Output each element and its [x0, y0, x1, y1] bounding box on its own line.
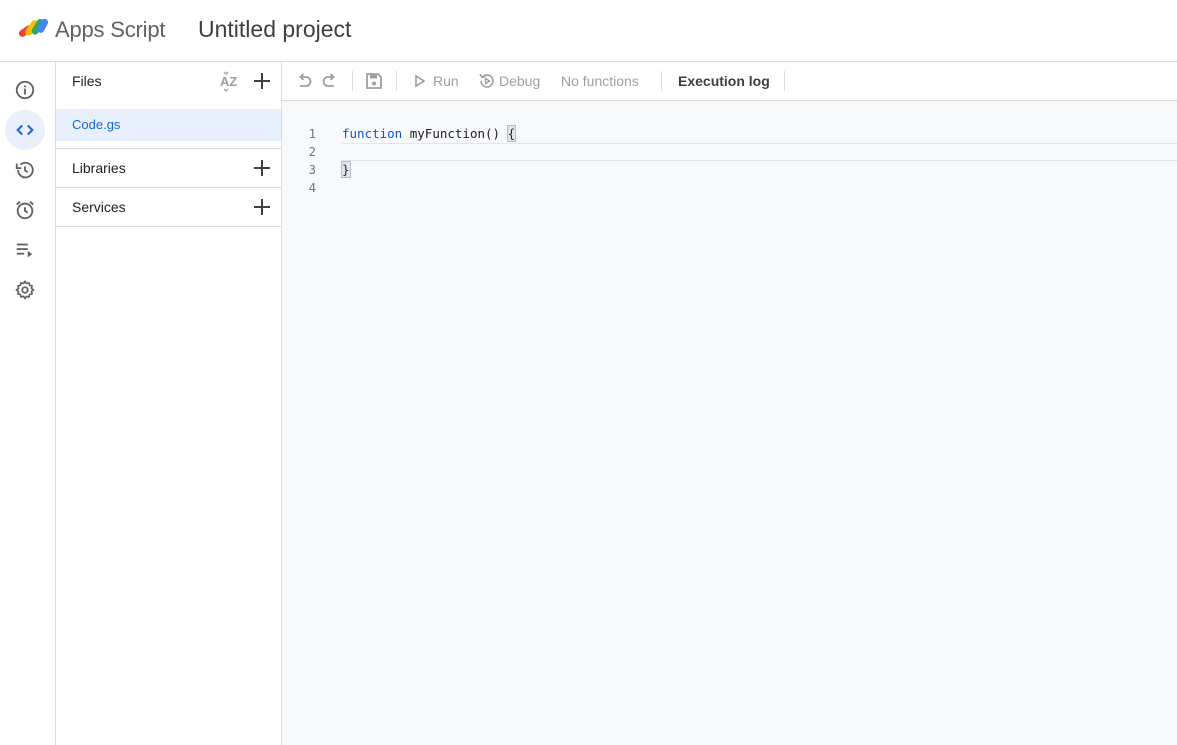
run-button[interactable]: Run [433, 73, 459, 90]
code-icon [16, 124, 34, 136]
rail-editor-button[interactable] [5, 110, 45, 150]
execution-log-button[interactable]: Execution log [678, 73, 770, 90]
line-number: 3 [308, 163, 316, 177]
plus-icon [254, 199, 270, 215]
file-name: Code.gs [72, 117, 121, 132]
services-heading: Services [72, 199, 126, 215]
code-text: function myFunction() { [342, 125, 517, 143]
redo-icon[interactable] [320, 71, 340, 91]
editor-toolbar: Run Debug No functions Execution log [282, 62, 1177, 101]
code-text: } [341, 161, 351, 179]
add-file-button[interactable] [250, 69, 274, 93]
debug-button[interactable]: Debug [499, 73, 540, 90]
plus-icon [254, 160, 270, 176]
rail-overview-button[interactable] [5, 70, 45, 110]
history-icon [15, 161, 34, 179]
file-item-code-gs[interactable]: Code.gs [56, 109, 281, 141]
open-brace-token: { [506, 125, 517, 142]
divider [56, 148, 281, 149]
project-title[interactable]: Untitled project [198, 15, 351, 43]
rail-executions-button[interactable] [5, 230, 45, 270]
code-line: 3 } [282, 161, 1177, 179]
files-panel: Files AZ Code.gs Libraries Services [56, 62, 282, 745]
toolbar-divider [661, 71, 662, 91]
add-library-button[interactable] [250, 156, 274, 180]
debug-icon [479, 73, 494, 88]
close-brace-token: } [341, 161, 351, 178]
apps-script-logo[interactable] [16, 14, 50, 42]
divider [56, 187, 281, 188]
app-header: Apps Script Untitled project [0, 0, 1177, 62]
undo-icon[interactable] [294, 71, 314, 91]
divider [56, 226, 281, 227]
gear-icon [15, 280, 35, 300]
code-line: 1 function myFunction() { [282, 125, 1177, 143]
function-select[interactable]: No functions [561, 73, 639, 90]
line-number: 4 [308, 181, 316, 195]
info-icon [15, 80, 35, 100]
rail-settings-button[interactable] [5, 270, 45, 310]
code-editor[interactable]: 1 function myFunction() { 2 3 } 4 [282, 101, 1177, 745]
line-number: 2 [308, 145, 316, 159]
app-name: Apps Script [55, 17, 166, 42]
navigation-rail [0, 62, 56, 745]
keyword-token: function [342, 126, 403, 141]
sort-az-icon[interactable]: AZ [218, 70, 242, 94]
add-service-button[interactable] [250, 195, 274, 219]
toolbar-divider [352, 71, 353, 91]
toolbar-divider [396, 71, 397, 91]
save-icon[interactable] [364, 71, 384, 91]
playlist-play-icon [16, 243, 33, 258]
rail-history-button[interactable] [5, 150, 45, 190]
line-number: 1 [308, 127, 316, 141]
code-line: 4 [282, 179, 1177, 197]
alarm-clock-icon [16, 201, 34, 220]
play-icon [415, 74, 426, 88]
svg-text:AZ: AZ [220, 74, 237, 89]
plus-icon [254, 73, 270, 89]
identifier-token: myFunction() [402, 126, 508, 141]
code-line: 2 [282, 143, 1177, 161]
libraries-heading: Libraries [72, 160, 126, 176]
toolbar-divider [784, 71, 785, 91]
rail-triggers-button[interactable] [5, 190, 45, 230]
files-heading: Files [72, 73, 102, 89]
